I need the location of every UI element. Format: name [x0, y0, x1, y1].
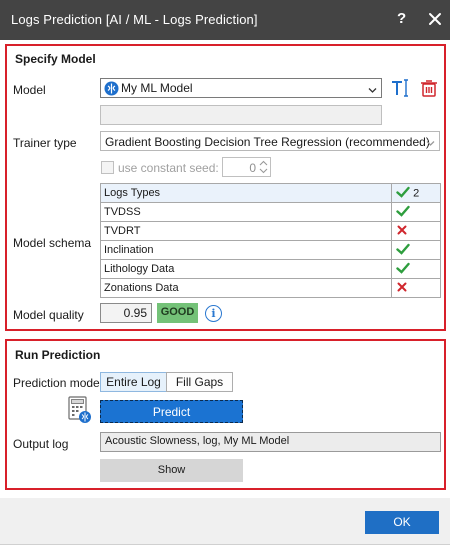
model-select-value: My ML Model: [121, 81, 193, 95]
model-label: Model: [13, 83, 46, 97]
chevron-down-icon: [426, 137, 435, 146]
info-icon[interactable]: i: [205, 305, 222, 322]
schema-row: TVDSS: [100, 202, 441, 222]
cross-icon: [396, 224, 408, 239]
prediction-mode-label: Prediction mode: [13, 376, 100, 390]
model-description-field: [100, 105, 382, 125]
schema-row-status: [391, 278, 441, 298]
model-schema-label: Model schema: [13, 236, 92, 250]
section-title-run-prediction: Run Prediction: [15, 348, 101, 362]
schema-header-row: Logs Types 2: [100, 183, 441, 203]
schema-row-name: Lithology Data: [100, 259, 392, 279]
close-icon[interactable]: [424, 8, 446, 30]
schema-header-name: Logs Types: [100, 183, 392, 203]
mode-fill-gaps[interactable]: Fill Gaps: [166, 372, 233, 392]
model-select[interactable]: My ML Model: [100, 78, 382, 98]
schema-header-count-cell: 2: [391, 183, 441, 203]
trainer-type-value: Gradient Boosting Decision Tree Regressi…: [105, 135, 430, 149]
schema-row-name: TVDSS: [100, 202, 392, 222]
schema-row-name: TVDRT: [100, 221, 392, 241]
check-icon: [396, 186, 410, 201]
chevron-down-icon: [368, 84, 377, 93]
cross-icon: [396, 281, 408, 296]
schema-row-status: [391, 202, 441, 222]
help-button[interactable]: ?: [397, 10, 406, 27]
schema-row: Zonations Data: [100, 278, 441, 298]
trash-icon[interactable]: [418, 77, 440, 99]
schema-row-status: [391, 240, 441, 260]
quality-badge: GOOD: [157, 303, 198, 323]
constant-seed-checkbox[interactable]: [101, 161, 114, 174]
schema-row: TVDRT: [100, 221, 441, 241]
title-bar: Logs Prediction [AI / ML - Logs Predicti…: [0, 0, 450, 40]
constant-seed-label: use constant seed:: [118, 161, 219, 175]
brain-icon: [104, 81, 119, 99]
trainer-type-select[interactable]: Gradient Boosting Decision Tree Regressi…: [100, 131, 440, 151]
stepper-arrows-icon[interactable]: [258, 159, 269, 175]
schema-row-status: [391, 259, 441, 279]
check-icon: [396, 205, 410, 220]
seed-stepper[interactable]: 0: [222, 157, 271, 177]
calculator-icon: [68, 396, 92, 427]
check-icon: [396, 243, 410, 258]
model-quality-label: Model quality: [13, 308, 84, 322]
schema-row: Lithology Data: [100, 259, 441, 279]
rename-icon[interactable]: [389, 77, 411, 99]
output-log-field[interactable]: Acoustic Slowness, log, My ML Model: [100, 432, 441, 452]
schema-row-name: Zonations Data: [100, 278, 392, 298]
schema-row-name: Inclination: [100, 240, 392, 260]
schema-row: Inclination: [100, 240, 441, 260]
check-icon: [396, 262, 410, 277]
section-title-specify-model: Specify Model: [15, 52, 96, 66]
trainer-type-label: Trainer type: [13, 136, 77, 150]
predict-button[interactable]: Predict: [100, 400, 243, 423]
schema-row-status: [391, 221, 441, 241]
schema-header-count: 2: [413, 186, 420, 199]
seed-value: 0: [249, 161, 256, 175]
mode-entire-log[interactable]: Entire Log: [100, 372, 167, 392]
dialog-footer: OK: [0, 498, 450, 545]
ok-button[interactable]: OK: [365, 511, 439, 534]
model-schema-table: Logs Types 2 TVDSS TVDRT Inclination Lit…: [100, 183, 441, 298]
window-title: Logs Prediction [AI / ML - Logs Predicti…: [11, 12, 258, 27]
show-button[interactable]: Show: [100, 459, 243, 482]
output-log-label: Output log: [13, 437, 69, 451]
model-quality-value: 0.95: [100, 303, 152, 323]
